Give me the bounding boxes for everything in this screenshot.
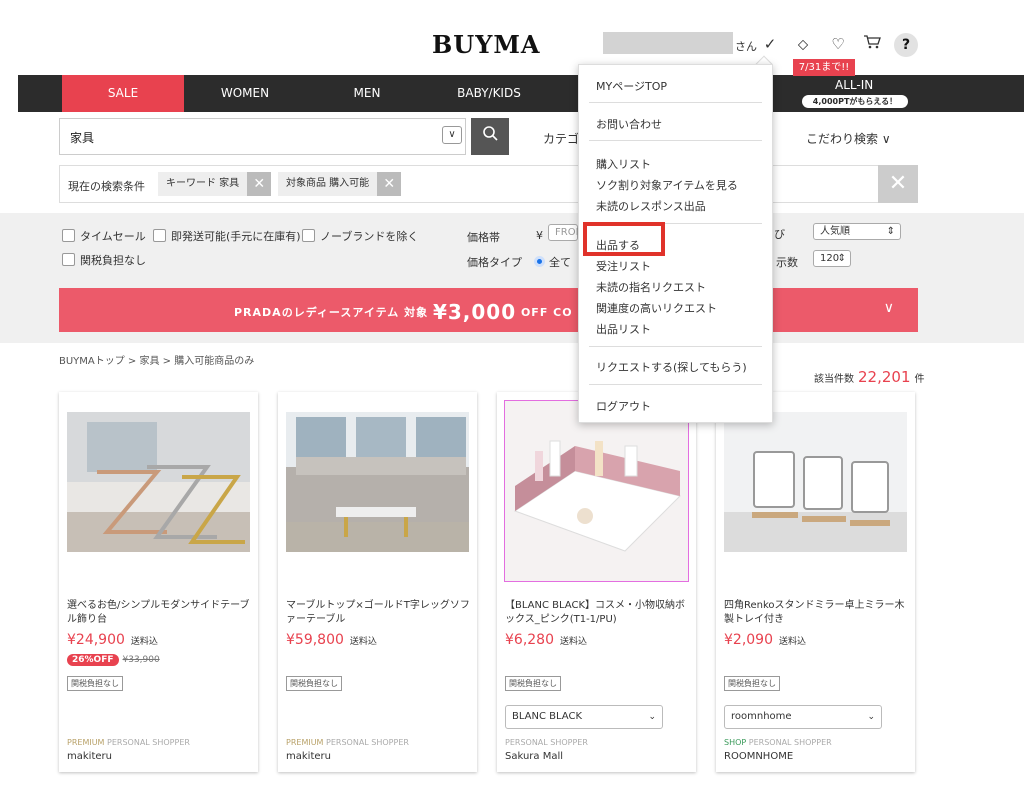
product-card[interactable]: 【BLANC BLACK】コスメ・小物収納ボックス_ピンク(T1-1/PU) ¥… xyxy=(497,392,696,772)
duty-badge: 関税負担なし xyxy=(724,676,780,691)
checkbox-no-duty[interactable]: 関税負担なし xyxy=(62,252,146,268)
shopper-type: SHOP PERSONAL SHOPPER xyxy=(724,738,832,747)
price-range-label: 価格帯 xyxy=(467,231,500,244)
product-image[interactable] xyxy=(67,412,250,552)
sort-select[interactable]: 人気順 ⇕ xyxy=(813,223,901,240)
tag-icon[interactable]: ⬦ xyxy=(793,34,813,54)
cart-icon[interactable] xyxy=(862,34,882,54)
menu-item-logout[interactable]: ログアウト xyxy=(596,398,651,414)
duty-badge: 関税負担なし xyxy=(67,676,123,691)
condition-tag-target: 対象商品 購入可能 ✕ xyxy=(278,172,402,196)
menu-item-order-list[interactable]: 受注リスト xyxy=(596,258,651,274)
conditions-label: 現在の検索条件 xyxy=(68,180,145,193)
menu-divider xyxy=(589,346,762,347)
nav-women[interactable]: WOMEN xyxy=(184,75,306,112)
advanced-search-toggle[interactable]: こだわり検索 ∨ xyxy=(806,130,891,147)
product-image[interactable] xyxy=(504,400,689,582)
search-conditions: 現在の検索条件 キーワード 家具 ✕ 対象商品 購入可能 ✕ xyxy=(59,165,918,203)
shopper-name[interactable]: ROOMNHOME xyxy=(724,751,793,762)
product-title[interactable]: マーブルトップ×ゴールドT字レッグソファーテーブル xyxy=(286,599,471,627)
brand-select[interactable]: BLANC BLACK ⌄ xyxy=(505,705,663,729)
product-price: ¥59,800 送料込 xyxy=(286,632,377,648)
menu-divider xyxy=(589,102,762,103)
product-price: ¥2,090 送料込 xyxy=(724,632,807,648)
product-price: ¥24,900 送料込 xyxy=(67,632,158,648)
nav-men[interactable]: MEN xyxy=(306,75,428,112)
product-image[interactable] xyxy=(724,412,907,552)
breadcrumb[interactable]: BUYMAトップ > 家具 > 購入可能商品のみ xyxy=(59,352,254,367)
buyma-logo[interactable]: BUYMA xyxy=(432,30,541,59)
price-type-all-radio[interactable]: 全て xyxy=(534,254,571,270)
result-count: 該当件数 22,201 件 xyxy=(814,368,925,386)
menu-item-request[interactable]: リクエストする(探してもらう) xyxy=(596,359,747,375)
checkbox-exclude-nobrand[interactable]: ノーブランドを除く xyxy=(302,228,418,244)
brand-select[interactable]: roomnhome ⌄ xyxy=(724,705,882,729)
checkbox-instant-ship[interactable]: 即発送可能(手元に在庫有) xyxy=(153,228,301,244)
menu-item-unread-response[interactable]: 未読のレスポンス出品 xyxy=(596,198,706,214)
nav-all-in[interactable]: ALL-IN xyxy=(835,78,873,92)
menu-item-purchase-list[interactable]: 購入リスト xyxy=(596,156,651,172)
menu-item-mypage[interactable]: MYページTOP xyxy=(596,78,667,94)
user-suffix: さん xyxy=(735,40,757,53)
checkbox-timesale[interactable]: タイムセール xyxy=(62,228,146,244)
heart-icon[interactable]: ♡ xyxy=(828,34,848,54)
search-value: 家具 xyxy=(70,131,95,145)
shopper-type: PREMIUM PERSONAL SHOPPER xyxy=(67,738,190,747)
check-icon[interactable]: ✓ xyxy=(760,34,780,54)
category-select[interactable]: カテゴ xyxy=(543,130,579,147)
promo-banner[interactable]: PRADAのレディースアイテム 対象 ¥3,000 OFF CO ∨ xyxy=(59,288,918,332)
nav-sale[interactable]: SALE xyxy=(62,75,184,112)
shopper-type: PREMIUM PERSONAL SHOPPER xyxy=(286,738,409,747)
display-count-label: 示数 xyxy=(776,256,798,269)
menu-item-related-requests[interactable]: 関連度の高いリクエスト xyxy=(596,300,717,316)
search-input[interactable]: 家具 xyxy=(59,118,466,155)
sort-label: び xyxy=(774,228,785,241)
product-price: ¥6,280 送料込 xyxy=(505,632,588,648)
duty-badge: 関税負担なし xyxy=(286,676,342,691)
display-count-select[interactable]: 120 ⇕ xyxy=(813,250,851,267)
discount-info: 26%OFF ¥33,900 xyxy=(67,654,160,666)
shopper-name[interactable]: Sakura Mall xyxy=(505,751,563,762)
shopper-name[interactable]: makiteru xyxy=(67,751,112,762)
close-icon[interactable]: ✕ xyxy=(377,172,402,196)
menu-divider xyxy=(589,140,762,141)
allin-deadline-badge: 7/31まで!! xyxy=(793,59,855,76)
search-icon xyxy=(483,126,498,141)
menu-item-sokuwari[interactable]: ソク割り対象アイテムを見る xyxy=(596,177,738,193)
allin-points-pill: 4,000PTがもらえる！ xyxy=(802,95,908,108)
chevron-down-icon: ⌄ xyxy=(867,712,875,722)
product-card[interactable]: マーブルトップ×ゴールドT字レッグソファーテーブル ¥59,800 送料込 関税負… xyxy=(278,392,477,772)
price-yen: ¥ xyxy=(536,229,543,242)
shopper-name[interactable]: makiteru xyxy=(286,751,331,762)
condition-tag-keyword: キーワード 家具 ✕ xyxy=(158,172,272,196)
chevron-down-icon[interactable]: ∨ xyxy=(884,300,894,316)
menu-item-listing-list[interactable]: 出品リスト xyxy=(596,321,651,337)
price-from-input[interactable]: FROM xyxy=(548,224,584,241)
duty-badge: 関税負担なし xyxy=(505,676,561,691)
clear-conditions-button[interactable]: ✕ xyxy=(878,165,918,203)
product-card[interactable]: 四角Renkoスタンドミラー卓上ミラー木製トレイ付き ¥2,090 送料込 関税負… xyxy=(716,392,915,772)
close-icon[interactable]: ✕ xyxy=(247,172,272,196)
menu-item-contact[interactable]: お問い合わせ xyxy=(596,116,662,132)
promo-text: PRADAのレディースアイテム 対象 ¥3,000 OFF CO xyxy=(234,300,573,324)
product-title[interactable]: 選べるお色/シンプルモダンサイドテーブル飾り台 xyxy=(67,599,252,627)
shopper-type: PERSONAL SHOPPER xyxy=(505,738,588,747)
product-card[interactable]: 選べるお色/シンプルモダンサイドテーブル飾り台 ¥24,900 送料込 26%OF… xyxy=(59,392,258,772)
highlight-box xyxy=(583,222,665,256)
search-button[interactable] xyxy=(471,118,509,155)
chevron-down-icon: ⌄ xyxy=(648,712,656,722)
product-title[interactable]: 【BLANC BLACK】コスメ・小物収納ボックス_ピンク(T1-1/PU) xyxy=(505,599,690,627)
chevron-down-icon[interactable]: ∨ xyxy=(442,126,462,144)
help-icon[interactable]: ? xyxy=(894,33,918,57)
product-title[interactable]: 四角Renkoスタンドミラー卓上ミラー木製トレイ付き xyxy=(724,599,909,627)
product-image[interactable] xyxy=(286,412,469,552)
user-name-redacted[interactable] xyxy=(603,32,733,54)
price-type-label: 価格タイプ xyxy=(467,256,522,269)
nav-baby-kids[interactable]: BABY/KIDS xyxy=(428,75,550,112)
menu-item-unread-requests[interactable]: 未読の指名リクエスト xyxy=(596,279,706,295)
menu-divider xyxy=(589,384,762,385)
